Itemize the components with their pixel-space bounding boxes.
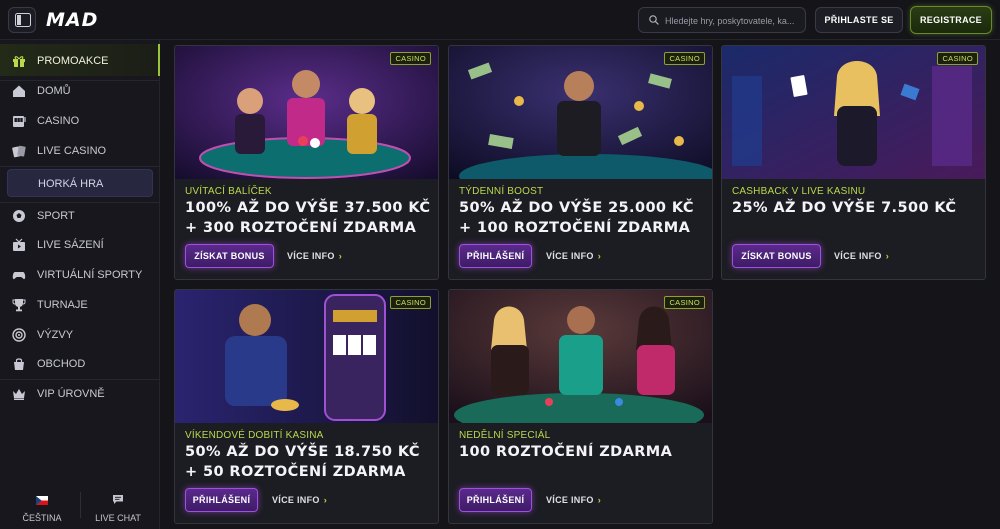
more-info-link[interactable]: VÍCE INFO › [546, 251, 601, 261]
promo-card-weekend-reload[interactable]: CASINO VÍKENDOVÉ DOBITÍ KASINA 50% AŽ DO… [174, 289, 439, 524]
soccer-ball-icon [13, 210, 25, 222]
language-label: ČEŠTINA [22, 513, 62, 523]
sidebar-item-label: LIVE CASINO [37, 145, 107, 157]
sidebar-item-label: HORKÁ HRA [38, 178, 104, 190]
promo-subtitle: NEDĚLNÍ SPECIÁL [459, 430, 551, 441]
more-info-label: VÍCE INFO [546, 495, 594, 505]
chevron-right-icon: › [885, 251, 890, 261]
promo-card-live-cashback[interactable]: CASINO CASHBACK V LIVE KASINU 25% AŽ DO … [721, 45, 986, 280]
more-info-label: VÍCE INFO [287, 251, 335, 261]
promo-subtitle: TÝDENNÍ BOOST [459, 186, 544, 197]
sidebar-item-sport[interactable]: SPORT [0, 201, 160, 231]
promo-card-sunday-special[interactable]: CASINO NEDĚLNÍ SPECIÁL 100 ROZTOČENÍ ZDA… [448, 289, 713, 524]
promo-title: 100% AŽ DO VÝŠE 37.500 KČ + 300 ROZTOČEN… [185, 200, 431, 236]
chevron-right-icon: › [338, 251, 343, 261]
sidebar-item-label: VIRTUÁLNÍ SPORTY [37, 269, 143, 281]
search-input[interactable] [665, 12, 801, 30]
divider [0, 166, 160, 167]
claim-bonus-button[interactable]: ZÍSKAT BONUS [185, 244, 274, 268]
sidebar-item-shop[interactable]: OBCHOD [0, 349, 160, 379]
czech-flag-icon [36, 496, 48, 505]
login-cta-button[interactable]: PŘIHLÁŠENÍ [185, 488, 258, 512]
more-info-link[interactable]: VÍCE INFO › [834, 251, 889, 261]
top-bar: MAD PŘIHLASTE SE REGISTRACE [0, 0, 1000, 40]
sidebar-item-label: TURNAJE [37, 299, 88, 311]
category-badge: CASINO [390, 52, 431, 65]
sidebar-item-challenges[interactable]: VÝZVY [0, 320, 160, 350]
sidebar-item-vip-levels[interactable]: VIP ÚROVNĚ [0, 379, 160, 409]
sidebar-item-virtual-sports[interactable]: VIRTUÁLNÍ SPORTY [0, 260, 160, 290]
sidebar-item-label: VÝZVY [37, 329, 74, 341]
sidebar: PROMOAKCE DOMŮ CASINO LIVE CASINO HORKÁ … [0, 40, 160, 529]
crown-icon [13, 389, 25, 400]
claim-bonus-button[interactable]: ZÍSKAT BONUS [732, 244, 821, 268]
sidebar-item-live-betting[interactable]: LIVE SÁZENÍ [0, 230, 160, 260]
search-icon [649, 15, 659, 25]
sidebar-item-label: DOMŮ [37, 85, 71, 97]
sidebar-item-label: CASINO [37, 115, 80, 127]
sidebar-item-hot-game[interactable]: HORKÁ HRA [7, 169, 153, 197]
live-chat-label: LIVE CHAT [95, 513, 141, 523]
trophy-icon [12, 299, 26, 312]
category-badge: CASINO [664, 52, 705, 65]
promo-image-money-rain [449, 46, 712, 179]
more-info-label: VÍCE INFO [834, 251, 882, 261]
search-box[interactable] [638, 7, 806, 33]
gamepad-icon [12, 272, 26, 280]
sidebar-item-home[interactable]: DOMŮ [0, 76, 160, 106]
sidebar-item-tournaments[interactable]: TURNAJE [0, 290, 160, 320]
promo-image-neon-city [722, 46, 985, 179]
sidebar-item-promotions[interactable]: PROMOAKCE [0, 44, 160, 76]
sidebar-item-label: PROMOAKCE [37, 55, 109, 67]
sidebar-item-casino[interactable]: CASINO [0, 106, 160, 136]
sidebar-toggle-button[interactable] [8, 7, 36, 33]
target-icon [12, 328, 26, 342]
tv-icon [13, 238, 25, 251]
more-info-label: VÍCE INFO [272, 495, 320, 505]
login-cta-button[interactable]: PŘIHLÁŠENÍ [459, 488, 532, 512]
chat-bubble-icon [113, 495, 123, 504]
divider [80, 492, 81, 518]
slot-machine-icon [13, 116, 26, 127]
cards-icon [12, 145, 26, 158]
promo-title: 100 ROZTOČENÍ ZDARMA [459, 444, 673, 460]
sidebar-item-live-casino[interactable]: LIVE CASINO [0, 136, 160, 166]
chevron-right-icon: › [323, 495, 328, 505]
language-selector[interactable]: ČEŠTINA [20, 492, 64, 523]
category-badge: CASINO [390, 296, 431, 309]
promo-subtitle: VÍKENDOVÉ DOBITÍ KASINA [185, 430, 324, 441]
promo-card-welcome-package[interactable]: CASINO UVÍTACÍ BALÍČEK 100% AŽ DO VÝŠE 3… [174, 45, 439, 280]
category-badge: CASINO [937, 52, 978, 65]
sidebar-item-label: SPORT [37, 210, 75, 222]
promo-image-slot-machine [175, 290, 438, 423]
sidebar-item-label: OBCHOD [37, 358, 86, 370]
live-chat-button[interactable]: LIVE CHAT [92, 492, 144, 523]
promo-subtitle: CASHBACK V LIVE KASINU [732, 186, 866, 197]
promo-title: 50% AŽ DO VÝŠE 18.750 KČ + 50 ROZTOČENÍ … [185, 444, 420, 480]
more-info-link[interactable]: VÍCE INFO › [546, 495, 601, 505]
login-cta-button[interactable]: PŘIHLÁŠENÍ [459, 244, 532, 268]
register-button[interactable]: REGISTRACE [910, 6, 992, 34]
gift-icon [13, 56, 25, 67]
login-button[interactable]: PŘIHLASTE SE [815, 7, 903, 33]
promo-title: 50% AŽ DO VÝŠE 25.000 KČ + 100 ROZTOČENÍ… [459, 200, 694, 236]
promo-title: 25% AŽ DO VÝŠE 7.500 KČ [732, 200, 957, 216]
home-icon [13, 85, 25, 97]
sidebar-toggle-icon [15, 13, 31, 27]
promo-card-weekly-boost[interactable]: CASINO TÝDENNÍ BOOST 50% AŽ DO VÝŠE 25.0… [448, 45, 713, 280]
shopping-bag-icon [14, 358, 24, 370]
promo-image-poker-players [449, 290, 712, 423]
chevron-right-icon: › [597, 251, 602, 261]
promo-subtitle: UVÍTACÍ BALÍČEK [185, 186, 272, 197]
chevron-right-icon: › [597, 495, 602, 505]
more-info-label: VÍCE INFO [546, 251, 594, 261]
promo-image-casino-table [175, 46, 438, 179]
sidebar-item-label: VIP ÚROVNĚ [37, 388, 105, 400]
category-badge: CASINO [664, 296, 705, 309]
more-info-link[interactable]: VÍCE INFO › [287, 251, 342, 261]
more-info-link[interactable]: VÍCE INFO › [272, 495, 327, 505]
sidebar-item-label: LIVE SÁZENÍ [37, 239, 104, 251]
brand-logo[interactable]: MAD [46, 9, 98, 31]
